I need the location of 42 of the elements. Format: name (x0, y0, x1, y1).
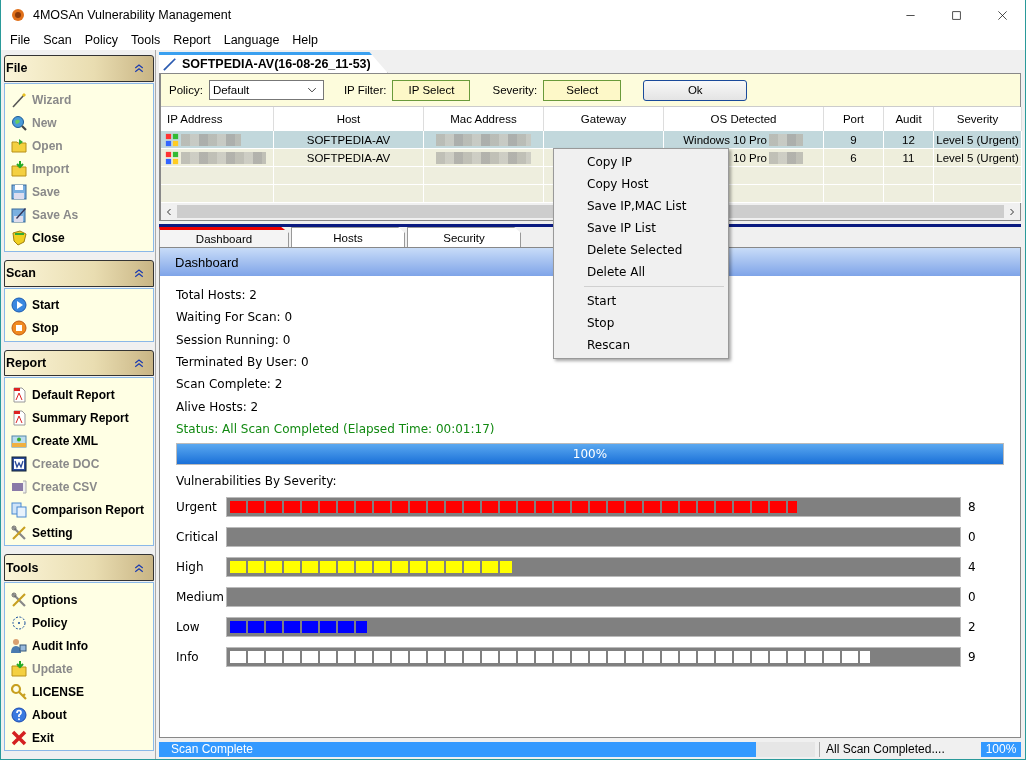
stat-text: Scan Complete: 2 (176, 376, 283, 394)
table-cell: 12 (884, 131, 934, 149)
stat-text: Alive Hosts: 2 (176, 398, 259, 416)
count-text: 0 (967, 590, 977, 605)
table-cell: 10 Pro (733, 151, 767, 164)
table-cell: Windows 10 Pro (683, 133, 767, 146)
status-percent: 100% (981, 742, 1021, 757)
severity-label: Low (176, 620, 201, 635)
field-label: IP Filter: (343, 84, 387, 96)
table-cell: 6 (824, 149, 884, 167)
count-text: 0 (967, 530, 977, 545)
progress-text: 100% (571, 446, 609, 464)
count-text: 9 (967, 650, 977, 665)
group-title: Scan (5, 266, 36, 281)
status-message: All Scan Completed.... (819, 742, 977, 757)
window-title: 4MOSAn Vulnerability Management (33, 8, 232, 22)
section-label: Vulnerabilities By Severity: (176, 473, 337, 491)
table-cell: Level 5 (Urgent) (934, 149, 1022, 167)
count-text: 4 (967, 560, 977, 575)
table-cell: 11 (884, 149, 934, 167)
stat-text: Total Hosts: 2 (176, 287, 257, 305)
count-text: 8 (967, 500, 977, 515)
field-label: Policy: (169, 84, 203, 96)
status-text: Scan Complete (171, 742, 254, 757)
stat-text: Terminated By User: 0 (176, 354, 309, 372)
severity-label: High (176, 560, 205, 575)
stat-text: Session Running: 0 (176, 331, 291, 349)
severity-label: Critical (176, 530, 219, 545)
field-label: Severity: (492, 84, 538, 96)
count-text: 2 (967, 620, 977, 635)
table-cell: SOFTPEDIA-AV (274, 131, 424, 149)
severity-label: Info (176, 650, 200, 665)
group-title: File (5, 61, 28, 76)
severity-label: Medium (176, 590, 225, 605)
table-cell: SOFTPEDIA-AV (274, 149, 424, 167)
group-title: Report (5, 355, 47, 370)
stat-text: Waiting For Scan: 0 (176, 309, 293, 327)
group-title: Tools (5, 560, 39, 575)
severity-label: Urgent (176, 500, 218, 515)
table-cell: Level 5 (Urgent) (934, 131, 1022, 149)
status-text: Status: All Scan Completed (Elapsed Time: 00:01:17) (176, 420, 495, 438)
table-cell: 9 (824, 131, 884, 149)
